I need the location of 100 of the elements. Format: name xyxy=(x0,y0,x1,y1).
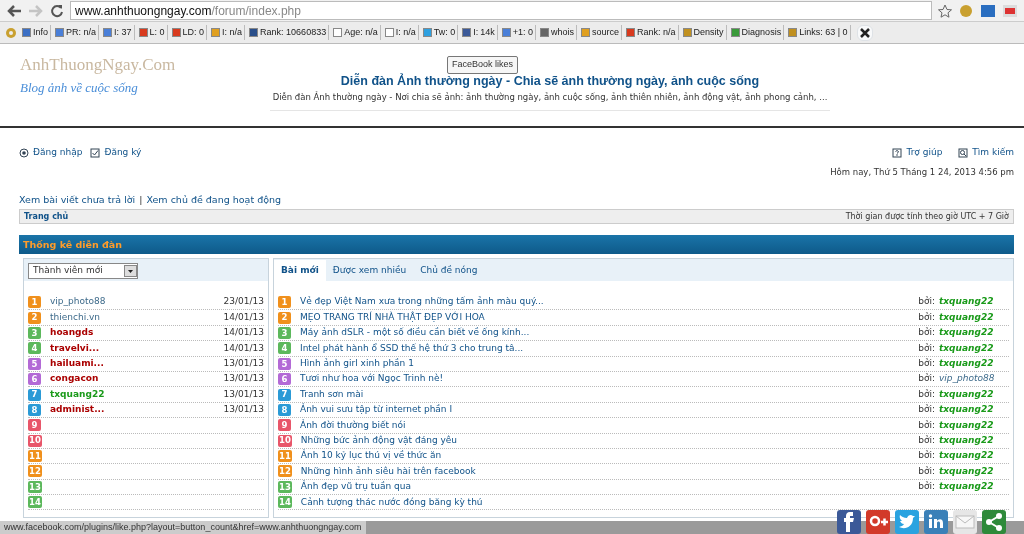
member-link[interactable]: administ... xyxy=(50,403,224,417)
address-bar[interactable]: www.anhthuongngay.com/forum/index.php xyxy=(70,1,932,20)
toolbar-item[interactable]: Tw: 0 xyxy=(420,24,459,41)
quick-link[interactable]: Xem chủ đề đang hoạt động xyxy=(146,192,282,207)
help-icon[interactable] xyxy=(892,148,903,158)
rank-badge: 4 xyxy=(28,342,41,355)
rank-badge: 3 xyxy=(28,326,41,339)
author-link[interactable]: txquang22 xyxy=(939,449,1009,463)
by-label: bởi: xyxy=(918,326,935,340)
toolbar-item[interactable]: LD: 0 xyxy=(169,24,208,41)
tab[interactable]: Bài mới xyxy=(274,259,326,281)
toolbar-item[interactable]: Rank: n/a xyxy=(624,24,679,41)
join-date: 13/01/13 xyxy=(223,372,264,386)
join-date: 14/01/13 xyxy=(223,341,264,355)
checkbox-icon[interactable] xyxy=(90,148,101,158)
search-icon[interactable] xyxy=(958,148,969,158)
member-link[interactable]: vip_photo88 xyxy=(50,295,224,309)
member-link[interactable]: congacon xyxy=(50,372,224,386)
author-link[interactable]: txquang22 xyxy=(939,480,1009,494)
topic-link[interactable]: Ảnh đời thường biết nói xyxy=(300,418,919,433)
separator: | xyxy=(139,192,143,207)
twitter-icon[interactable] xyxy=(895,510,919,534)
by-label: bởi: xyxy=(918,357,935,370)
reload-icon[interactable] xyxy=(50,3,64,18)
rank-badge: 9 xyxy=(28,419,41,432)
by-label: bởi: xyxy=(918,295,935,309)
toolbar-item[interactable]: Rank: 10660833 xyxy=(247,24,330,41)
star-icon[interactable] xyxy=(938,3,952,18)
author-link[interactable]: txquang22 xyxy=(939,464,1009,479)
toolbar-item[interactable]: Links: 63 | 0 xyxy=(786,24,851,41)
topic-link[interactable]: Máy ảnh dSLR - một số điều cần biết về ống kính... xyxy=(300,326,919,340)
toolbar-item[interactable]: +1: 0 xyxy=(499,24,537,41)
member-link[interactable]: hoangds xyxy=(50,326,224,340)
rank-badge: 13 xyxy=(28,480,42,493)
author-link[interactable]: txquang22 xyxy=(939,403,1009,417)
google-plus-icon[interactable] xyxy=(866,510,890,534)
nav-link[interactable]: Đăng nhập xyxy=(33,146,83,160)
topic-link[interactable]: Intel phát hành ổ SSD thế hệ thứ 3 cho trung tâ... xyxy=(300,341,919,356)
linkedin-icon[interactable] xyxy=(924,510,948,534)
toolbar-item[interactable]: I: n/a xyxy=(209,24,246,41)
topic-link[interactable]: Những hình ảnh siêu hài trên facebook xyxy=(300,464,919,479)
join-date: 13/01/13 xyxy=(223,387,264,401)
rank-badge: 2 xyxy=(278,311,291,324)
toolbar-item[interactable]: I: 37 xyxy=(101,24,135,41)
quick-link[interactable]: Xem bài viết chưa trả lời xyxy=(19,192,136,207)
toolbar-item[interactable]: Info xyxy=(20,24,51,41)
topic-link[interactable]: MẸO TRANG TRÍ NHÀ THẬT ĐẸP VỚI HOA xyxy=(300,310,919,325)
members-dropdown[interactable]: Thành viên mới xyxy=(28,263,138,279)
author-link[interactable]: txquang22 xyxy=(939,433,1009,448)
toolbar-item[interactable]: I: n/a xyxy=(382,24,419,41)
facebook-icon[interactable] xyxy=(837,510,861,534)
topic-link[interactable]: Hình ảnh girl xinh phần 1 xyxy=(300,357,919,371)
topic-link[interactable]: Ảnh vui sưu tập từ internet phần I xyxy=(300,403,919,417)
topic-link[interactable]: Tranh sơn mài xyxy=(300,387,919,402)
topic-link[interactable]: Vẻ đẹp Việt Nam xưa trong những tấm ảnh màu quý... xyxy=(300,295,919,309)
likes-link[interactable]: 14k xyxy=(480,25,495,40)
extension-icon[interactable] xyxy=(980,2,996,19)
toolbar-item[interactable]: source xyxy=(579,24,623,41)
topic-link[interactable]: Cảnh tượng thác nước đóng băng kỳ thú xyxy=(300,495,1009,509)
member-link[interactable]: travelvi... xyxy=(50,341,224,356)
nav-link[interactable]: Trợ giúp xyxy=(906,146,943,160)
author-link[interactable]: txquang22 xyxy=(939,341,1009,356)
member-link[interactable]: thienchi.vn xyxy=(50,310,224,325)
toolbar-item[interactable]: Density xyxy=(680,24,727,41)
rank-badge: 10 xyxy=(278,434,292,447)
author-link[interactable]: vip_photo88 xyxy=(939,372,1009,386)
member-link[interactable]: txquang22 xyxy=(50,387,224,402)
login-icon[interactable] xyxy=(19,148,29,158)
toolbar-item[interactable]: Age: n/a xyxy=(331,24,381,41)
topic-link[interactable]: Những bức ảnh động vật đáng yêu xyxy=(300,433,919,448)
by-label: bởi: xyxy=(918,403,935,417)
topic-link[interactable]: Ảnh đẹp vũ trụ tuần qua xyxy=(300,480,919,494)
topic-link[interactable]: Ảnh 10 kỷ lục thú vị về thức ăn xyxy=(300,449,919,463)
share-icon[interactable] xyxy=(982,510,1006,534)
author-link[interactable]: txquang22 xyxy=(939,387,1009,402)
member-link[interactable]: hailuami... xyxy=(50,357,224,371)
nav-link[interactable]: Tìm kiếm xyxy=(972,146,1014,160)
author-link[interactable]: txquang22 xyxy=(939,326,1009,340)
home-link[interactable]: Trang chủ xyxy=(24,210,69,223)
author-link[interactable]: txquang22 xyxy=(939,310,1009,325)
by-label: bởi: xyxy=(918,480,935,494)
author-link[interactable]: txquang22 xyxy=(939,295,1009,309)
toolbar-item[interactable]: L: 0 xyxy=(136,24,168,41)
extension-icon[interactable] xyxy=(1002,2,1018,19)
current-date: Hôm nay, Thứ 5 Tháng 1 24, 2013 4:56 pm xyxy=(830,166,1014,179)
back-button[interactable] xyxy=(6,3,22,18)
rank-badge: 5 xyxy=(28,357,41,370)
close-button[interactable] xyxy=(856,24,873,41)
by-label: bởi: xyxy=(918,341,935,355)
author-link[interactable]: txquang22 xyxy=(939,418,1009,433)
rank-badge: 7 xyxy=(278,388,291,401)
nav-link[interactable]: Đăng ký xyxy=(104,146,142,160)
toolbar-item[interactable]: Diagnosis xyxy=(728,24,785,41)
toolbar-item[interactable]: whois xyxy=(538,24,578,41)
author-link[interactable]: txquang22 xyxy=(939,357,1009,371)
timezone-note: Thời gian được tính theo giờ UTC + 7 Giờ xyxy=(845,210,1009,223)
toolbar-item[interactable]: I: 14k xyxy=(460,24,498,41)
rank-badge: 12 xyxy=(278,465,292,478)
toolbar-item[interactable]: PR: n/a xyxy=(53,24,100,41)
topic-link[interactable]: Tươi như hoa với Ngọc Trinh nè! xyxy=(300,372,919,386)
